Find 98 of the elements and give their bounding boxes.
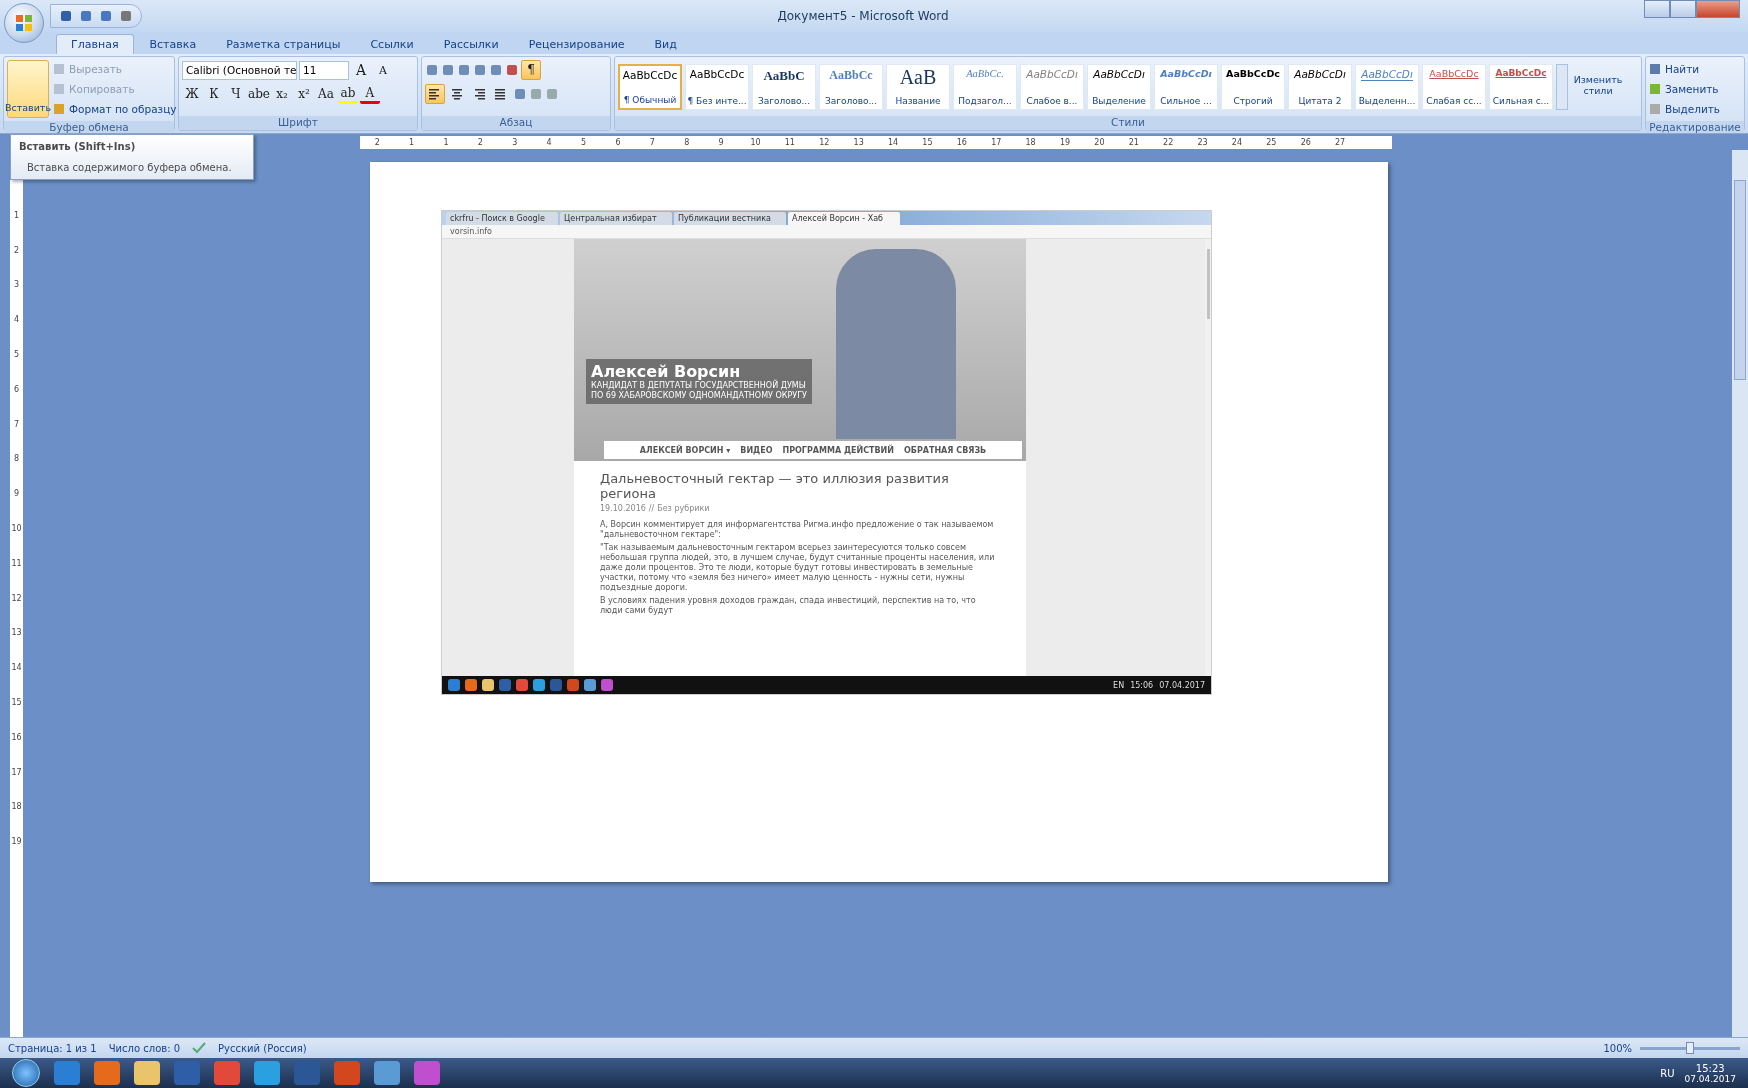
format-button[interactable]: x² [293, 84, 314, 104]
ribbon-tab[interactable]: Рецензирование [514, 35, 639, 54]
alignment-icon [450, 87, 464, 101]
format-button[interactable]: Ч [226, 84, 246, 104]
zoom-level[interactable]: 100% [1603, 1042, 1632, 1054]
font-color-button[interactable]: A [359, 84, 380, 104]
nav-link[interactable]: ОБРАТНАЯ СВЯЗЬ [904, 445, 987, 455]
format-button[interactable]: К [204, 84, 224, 104]
app-icon[interactable] [448, 679, 460, 691]
tooltip-title: Вставить (Shift+Ins) [19, 141, 137, 152]
ribbon-tab[interactable]: Вид [640, 35, 691, 54]
app-icon[interactable] [482, 679, 494, 691]
start-button[interactable] [12, 1059, 40, 1087]
font-name-field[interactable]: Calibri (Основной те [182, 60, 297, 80]
article-title: Дальневосточный гектар — это иллюзия развития региона [600, 471, 950, 501]
style-tile[interactable]: AaBbCcDı Цитата 2 [1288, 63, 1352, 110]
window-title: Документ5 - Microsoft Word [777, 9, 949, 23]
language-indicator[interactable]: Русский (Россия) [218, 1042, 307, 1054]
ribbon-tab[interactable]: Главная [56, 34, 134, 54]
article-date: 19.10.2016 [600, 504, 646, 513]
paste-button[interactable]: Вставить [7, 60, 49, 118]
style-tile[interactable]: AaBbCcDc Строгий [1221, 63, 1285, 110]
browser-tab[interactable]: Публикации вестника [674, 212, 786, 225]
style-tile[interactable]: AaBbCcDı Выделенн... [1355, 63, 1419, 110]
ribbon-tab[interactable]: Вставка [135, 35, 211, 54]
tray-language: EN [1113, 680, 1125, 690]
close-button[interactable] [1696, 0, 1740, 18]
alignment-icon [494, 87, 508, 101]
style-tile[interactable]: AaBbCcDc Слабая сс... [1422, 63, 1486, 110]
address-field[interactable]: vorsin.info [450, 227, 492, 236]
ribbon-tab[interactable]: Разметка страницы [212, 35, 355, 54]
alignment-icon [472, 87, 486, 101]
app-icon[interactable] [465, 679, 477, 691]
gallery-scrollbar[interactable] [1556, 63, 1568, 110]
font-size-button[interactable]: A [373, 60, 393, 80]
format-button[interactable]: Aa [315, 84, 336, 104]
app-icon[interactable] [516, 679, 528, 691]
style-tile[interactable]: AaB Название [886, 63, 950, 110]
style-tile[interactable]: AaBbCcDc ¶ Обычный [618, 63, 682, 110]
tooltip-text: Вставка содержимого буфера обмена. [26, 162, 233, 173]
change-styles-button[interactable]: Изменить стили [1571, 73, 1625, 100]
editing-button[interactable]: Заменить [1649, 80, 1721, 98]
ribbon-tab[interactable]: Ссылки [356, 35, 428, 54]
format-button[interactable]: abe [248, 84, 270, 104]
clock[interactable]: 15:23 07.04.2017 [1684, 1062, 1736, 1084]
style-tile[interactable]: AaBbCc Заголово... [819, 63, 883, 110]
browser-tab[interactable]: Центральная избират [560, 212, 672, 225]
format-button[interactable]: x₂ [271, 84, 292, 104]
nav-link[interactable]: АЛЕКСЕЙ ВОРСИН ▾ [639, 445, 731, 455]
article-paragraph: "Так называемым дальневосточным гектаром всерьез заинтересуются только совсем небольшая группа людей, это, в лучшем случае, будут считанные проценты населения, или даже доли процентов. Это те люди, которые будут готовы инвестировать в земельные участки, потому что «земля без ничего» имеет малую ценность - нужны сети, нужны подъездные дороги. [600, 543, 996, 593]
office-button[interactable] [4, 3, 44, 43]
show-marks-button[interactable]: ¶ [521, 60, 541, 80]
style-tile[interactable]: AaBbCcDı Выделение [1087, 63, 1151, 110]
checkmark-icon [192, 1042, 207, 1054]
horizontal-ruler: 2 1 1 2 3 4 5 6 7 8 9 10 11 12 13 14 15 16 17 18 19 20 21 22 23 24 25 26 27 [360, 136, 1392, 149]
browser-tab[interactable]: ckrfru - Поиск в Google [446, 212, 558, 225]
style-tile[interactable]: AaBbCcDc Сильная с... [1489, 63, 1553, 110]
category-link[interactable]: Без рубрики [657, 504, 710, 513]
style-tile[interactable]: AaBbCcDc ¶ Без инте... [685, 63, 749, 110]
highlight-button[interactable]: ab [337, 84, 358, 104]
minimize-button[interactable] [1644, 0, 1670, 18]
article-paragraph: А, Ворсин комментирует для информагентства Ригма.инфо предложение о так называемом "дальневосточном гектаре": [600, 520, 995, 540]
group-label: Стили [615, 116, 1641, 130]
alignment-icon [428, 87, 442, 101]
group-label: Шрифт [179, 116, 417, 130]
group-label: Абзац [422, 116, 610, 130]
language-indicator[interactable]: RU [1660, 1067, 1675, 1079]
tray-time: 15:06 [1130, 680, 1154, 690]
maximize-button[interactable] [1670, 0, 1696, 18]
editing-button[interactable]: Найти [1649, 60, 1721, 78]
nav-link[interactable]: ПРОГРАММА ДЕЙСТВИЙ [782, 445, 894, 455]
app-icon[interactable] [601, 679, 613, 691]
ribbon-tab[interactable]: Рассылки [429, 35, 513, 54]
office-logo [14, 13, 34, 33]
group-label: Редактирование [1646, 121, 1744, 133]
font-size-button[interactable]: A [351, 60, 371, 80]
name-banner: Алексей Ворсин КАНДИДАТ В ДЕПУТАТЫ ГОСУДАРСТВЕННОЙ ДУМЫ ПО 69 ХАБАРОВСКОМУ ОДНОМАНДАТНОМУ ОКРУГУ [586, 359, 812, 404]
editing-button[interactable]: Выделить [1649, 100, 1721, 118]
clipboard-button[interactable]: Формат по образцу [53, 100, 177, 118]
style-tile[interactable]: AaBbCcDı Сильное ... [1154, 63, 1218, 110]
app-icon[interactable] [584, 679, 596, 691]
browser-tab[interactable]: Алексей Ворсин - Хаб [788, 212, 900, 225]
group-label: Буфер обмена [4, 121, 174, 133]
app-icon[interactable] [533, 679, 545, 691]
tray-date: 07.04.2017 [1159, 680, 1205, 690]
align-button[interactable] [425, 84, 445, 104]
page-count: Страница: 1 из 1 [8, 1042, 97, 1054]
style-tile[interactable]: AaBbC Заголово... [752, 63, 816, 110]
taskbar-app-icon[interactable] [134, 1061, 160, 1085]
app-icon[interactable] [567, 679, 579, 691]
style-tile[interactable]: AaBbCc. Подзагол... [953, 63, 1017, 110]
word-count: Число слов: 0 [108, 1042, 181, 1054]
format-button[interactable]: Ж [182, 84, 202, 104]
nav-link[interactable]: ВИДЕО [740, 445, 773, 455]
font-size-field[interactable]: 11 [299, 60, 349, 80]
separator: // [648, 504, 655, 513]
style-tile[interactable]: AaBbCcDı Слабое в... [1020, 63, 1084, 110]
article-paragraph: В условиях падения уровня доходов граждан, спада инвестиций, перспектив на то, что люди сами будут [600, 596, 977, 616]
